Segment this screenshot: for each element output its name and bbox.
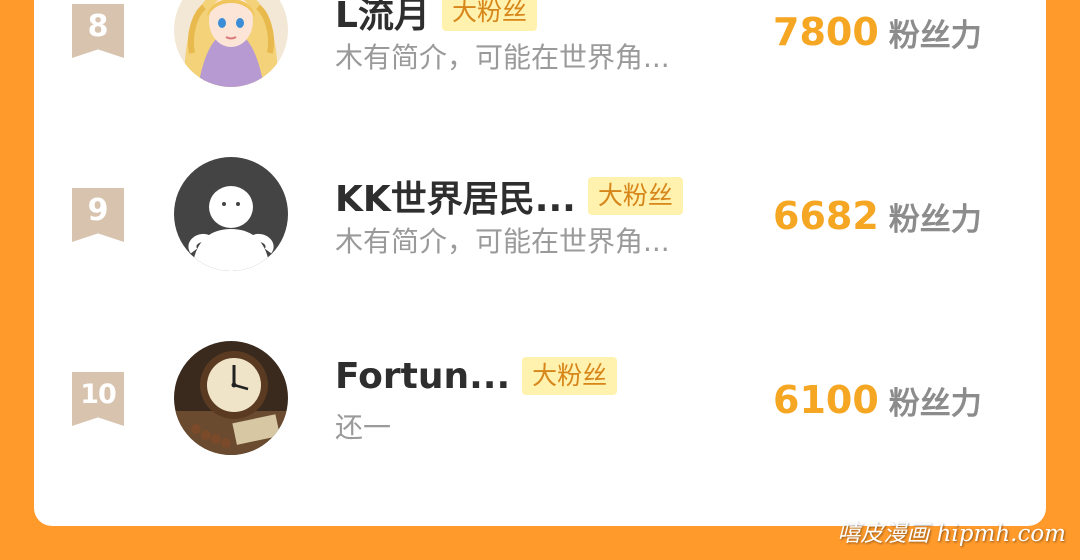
user-name[interactable]: KK世界居民... <box>335 170 576 222</box>
score-unit: 粉丝力 <box>888 385 982 422</box>
user-intro: 木有简介，可能在世界角... <box>335 225 670 258</box>
fan-level-badge: 大粉丝 <box>587 177 683 215</box>
user-avatar[interactable] <box>174 157 288 271</box>
user-avatar[interactable] <box>174 0 288 87</box>
fan-score: 6100 粉丝力 <box>773 378 982 422</box>
ranking-row[interactable]: 10 Fortun... 大粉丝 还一 6100 粉丝力 <box>0 328 1080 468</box>
site-watermark: 嘻皮漫画 hipmh.com <box>837 521 1066 547</box>
rank-ribbon: 10 <box>72 372 124 426</box>
fan-score: 6682 粉丝力 <box>773 194 982 238</box>
user-intro: 木有简介，可能在世界角... <box>335 41 670 74</box>
fan-level-badge: 大粉丝 <box>441 0 537 31</box>
fan-score: 7800 粉丝力 <box>773 10 982 54</box>
name-line: KK世界居民... 大粉丝 <box>335 174 683 220</box>
rank-ribbon: 9 <box>72 188 124 242</box>
score-unit: 粉丝力 <box>888 201 982 238</box>
rank-ribbon: 8 <box>72 4 124 58</box>
name-line: L流月 大粉丝 <box>335 0 537 36</box>
ranking-row[interactable]: 9 KK世界居民... 大粉丝 木有简介，可能在世界角... 6682 粉丝力 <box>0 144 1080 284</box>
score-unit: 粉丝力 <box>888 17 982 54</box>
name-line: Fortun... 大粉丝 <box>335 354 618 398</box>
score-value: 6100 <box>773 378 879 422</box>
ranking-row[interactable]: 8 L流月 大粉丝 木有简介，可能在世界角... 7800 粉丝力 <box>0 0 1080 100</box>
fan-level-badge: 大粉丝 <box>522 357 618 395</box>
score-value: 7800 <box>773 10 879 54</box>
user-name[interactable]: L流月 <box>335 0 430 38</box>
user-name[interactable]: Fortun... <box>335 356 510 397</box>
user-avatar[interactable] <box>174 341 288 455</box>
user-intro: 还一 <box>335 411 392 444</box>
score-value: 6682 <box>773 194 879 238</box>
